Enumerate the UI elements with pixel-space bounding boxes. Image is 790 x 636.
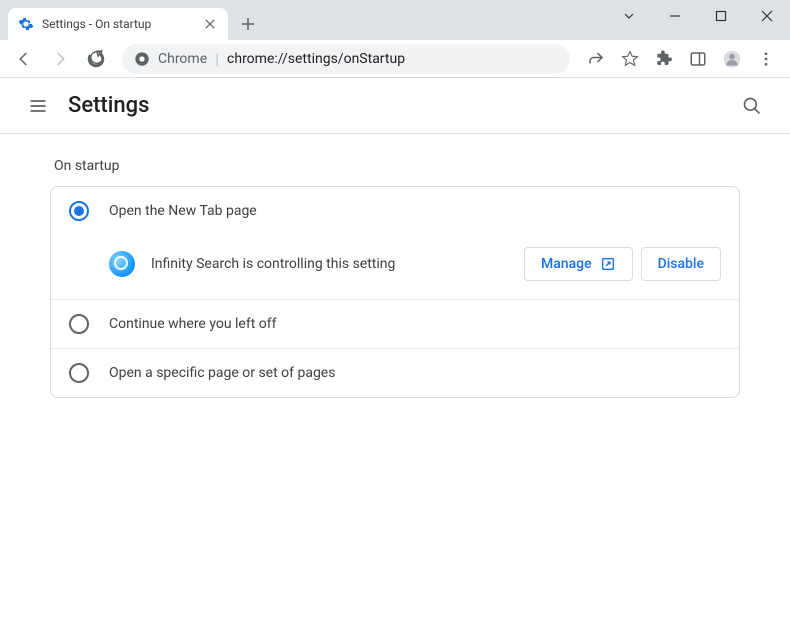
minimize-button[interactable] bbox=[652, 0, 698, 32]
radio-unselected-icon bbox=[69, 314, 89, 334]
omnibox-scheme: Chrome bbox=[158, 51, 207, 67]
content: On startup Open the New Tab page Infinit… bbox=[0, 134, 790, 422]
radio-unselected-icon bbox=[69, 363, 89, 383]
reload-button[interactable] bbox=[80, 43, 112, 75]
share-button[interactable] bbox=[580, 43, 612, 75]
extension-icon bbox=[109, 251, 135, 277]
hamburger-menu-button[interactable] bbox=[18, 86, 58, 126]
extension-notice-text: Infinity Search is controlling this sett… bbox=[151, 256, 508, 272]
manage-label: Manage bbox=[541, 256, 592, 272]
close-window-button[interactable] bbox=[744, 0, 790, 32]
back-button[interactable] bbox=[8, 43, 40, 75]
option-label: Open the New Tab page bbox=[109, 203, 257, 219]
option-label: Continue where you left off bbox=[109, 316, 277, 332]
page-title: Settings bbox=[68, 93, 732, 118]
startup-card: Open the New Tab page Infinity Search is… bbox=[50, 186, 740, 398]
disable-extension-button[interactable]: Disable bbox=[641, 247, 721, 281]
option-continue[interactable]: Continue where you left off bbox=[51, 299, 739, 348]
window-controls bbox=[606, 0, 790, 32]
omnibox[interactable]: Chrome | chrome://settings/onStartup bbox=[122, 44, 570, 74]
extensions-button[interactable] bbox=[648, 43, 680, 75]
toolbar: Chrome | chrome://settings/onStartup bbox=[0, 40, 790, 78]
gear-icon bbox=[18, 16, 34, 32]
close-tab-button[interactable] bbox=[202, 16, 218, 32]
menu-button[interactable] bbox=[750, 43, 782, 75]
option-label: Open a specific page or set of pages bbox=[109, 365, 335, 381]
external-link-icon bbox=[600, 256, 616, 272]
search-settings-button[interactable] bbox=[732, 86, 772, 126]
section-title: On startup bbox=[54, 158, 740, 174]
side-panel-button[interactable] bbox=[682, 43, 714, 75]
option-open-new-tab[interactable]: Open the New Tab page bbox=[51, 187, 739, 235]
disable-label: Disable bbox=[658, 256, 704, 272]
profile-button[interactable] bbox=[716, 43, 748, 75]
dropdown-window-icon[interactable] bbox=[606, 0, 652, 32]
bookmark-button[interactable] bbox=[614, 43, 646, 75]
settings-header: Settings bbox=[0, 78, 790, 134]
extension-notice: Infinity Search is controlling this sett… bbox=[51, 235, 739, 299]
new-tab-button[interactable] bbox=[234, 10, 262, 38]
radio-selected-icon bbox=[69, 201, 89, 221]
chrome-icon bbox=[134, 51, 150, 67]
omnibox-separator: | bbox=[215, 49, 219, 68]
tab-settings[interactable]: Settings - On startup bbox=[8, 8, 228, 40]
manage-extension-button[interactable]: Manage bbox=[524, 247, 633, 281]
forward-button[interactable] bbox=[44, 43, 76, 75]
option-specific-pages[interactable]: Open a specific page or set of pages bbox=[51, 348, 739, 397]
omnibox-url: chrome://settings/onStartup bbox=[227, 51, 558, 67]
tab-title: Settings - On startup bbox=[42, 17, 194, 31]
maximize-button[interactable] bbox=[698, 0, 744, 32]
